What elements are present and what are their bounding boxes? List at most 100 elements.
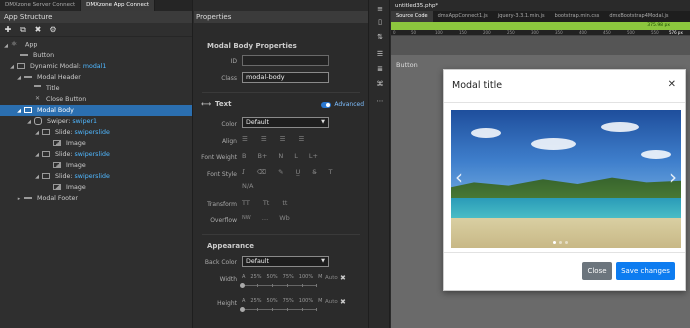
slider-tick [272, 308, 273, 311]
back-color-value: Default [246, 258, 270, 265]
prev-arrow-icon[interactable]: ‹ [455, 165, 463, 189]
document-tab[interactable]: untitled35.php* [391, 0, 690, 11]
font-weight-option[interactable]: N [278, 152, 283, 160]
id-label: ID [230, 58, 237, 65]
cloud [471, 128, 501, 138]
chevron-down-icon: ▼ [321, 119, 325, 125]
tree-node-dynamic-modal[interactable]: ◢ Dynamic Modal: modal1 [0, 61, 192, 72]
width-auto[interactable]: Auto [325, 275, 338, 281]
tree-node-label: Image [66, 184, 86, 191]
settings-icon[interactable]: ⚙ [49, 23, 57, 37]
overflow-option[interactable]: Wb [279, 214, 290, 223]
tree-node-id: swiperslide [74, 129, 110, 136]
font-weight-option[interactable]: B+ [257, 152, 267, 160]
swiper-slide-image[interactable]: ‹ › [451, 110, 681, 248]
clear-width-icon[interactable]: ✖ [340, 274, 346, 282]
tree-node-title[interactable]: Title [0, 83, 192, 94]
media-query-bar[interactable]: 375.98 px [391, 22, 690, 30]
slider-knob[interactable] [240, 283, 245, 288]
sort-icon[interactable]: ⇅ [376, 33, 384, 41]
pagination-dot[interactable] [565, 241, 568, 244]
color-label: Color [221, 121, 237, 128]
font-style-na[interactable]: N/A [242, 182, 254, 190]
height-auto[interactable]: Auto [325, 299, 338, 305]
height-slider[interactable] [240, 307, 317, 312]
close-button[interactable]: Close [582, 262, 612, 280]
code-icon[interactable]: ⌘ [376, 80, 384, 88]
text-icon[interactable]: T [328, 168, 332, 176]
file-icon[interactable]: ▯ [376, 18, 384, 26]
highlight-icon[interactable]: ✎ [278, 168, 283, 176]
back-color-select[interactable]: Default ▼ [242, 256, 329, 267]
underline-icon[interactable]: U̲ [296, 168, 301, 176]
more-icon[interactable]: ⋯ [376, 97, 384, 105]
width-slider[interactable] [240, 283, 317, 288]
tree-node-modal-header[interactable]: ◢ Modal Header [0, 72, 192, 83]
file-tab[interactable]: jquery-3.3.1.min.js [493, 11, 550, 22]
tree-node-swiper[interactable]: ◢ Swiper: swiper1 [0, 116, 192, 127]
format-clear-icon[interactable]: ⌫ [257, 168, 266, 176]
font-weight-option[interactable]: L [294, 152, 298, 160]
slider-knob[interactable] [240, 307, 245, 312]
text-format-icon: ⟷ [201, 100, 212, 108]
tree-node-image[interactable]: Image [0, 160, 192, 171]
tab-server-connect[interactable]: DMXzone Server Connect [0, 0, 82, 11]
add-icon[interactable]: ✚ [4, 23, 12, 37]
toggle-switch[interactable] [321, 101, 332, 108]
align-left-icon[interactable]: ☰ [242, 135, 248, 143]
close-icon[interactable]: ✕ [668, 79, 676, 90]
transform-option[interactable]: tt [282, 199, 287, 207]
font-weight-option[interactable]: L+ [309, 152, 318, 160]
save-changes-button[interactable]: Save changes [616, 262, 675, 280]
pagination-dot[interactable] [559, 241, 562, 244]
overflow-option[interactable]: NW [242, 214, 251, 223]
overflow-options: NW … Wb [242, 214, 290, 223]
file-tab[interactable]: dmxAppConnect1.js [433, 11, 493, 22]
collapse-icon[interactable]: ▸ [16, 194, 22, 205]
align-justify-icon[interactable]: ☰ [298, 135, 304, 143]
overflow-option[interactable]: … [262, 214, 269, 223]
tree-node-slide[interactable]: ◢ Slide: swiperslide [0, 149, 192, 160]
slider-tick [302, 308, 303, 311]
list-icon[interactable]: ☰ [376, 50, 384, 58]
menu-icon[interactable]: ≡ [376, 5, 384, 13]
delete-icon[interactable]: ✖ [34, 23, 42, 37]
tree-node-close-button[interactable]: ✕ Close Button [0, 94, 192, 105]
duplicate-icon[interactable]: ⧉ [19, 23, 27, 37]
tree-node-id: modal1 [82, 63, 107, 70]
file-tab-source-code[interactable]: Source Code [391, 11, 433, 22]
tree-node-modal-footer[interactable]: ▸ Modal Footer [0, 193, 192, 204]
italic-icon[interactable]: 𝘐 [242, 168, 245, 176]
design-button[interactable]: Button [396, 61, 418, 69]
tree-node-slide[interactable]: ◢ Slide: swiperslide [0, 127, 192, 138]
tab-app-connect[interactable]: DMXzone App Connect [81, 0, 156, 11]
transform-option[interactable]: TT [242, 199, 250, 207]
tree-node-app[interactable]: ◢ ⚛ App [0, 39, 192, 50]
tree-node-image[interactable]: Image [0, 138, 192, 149]
modal-icon [17, 63, 26, 69]
layers-icon[interactable]: ≣ [376, 65, 384, 73]
file-tab[interactable]: bootstrap.min.css [550, 11, 605, 22]
tree-node-modal-body[interactable]: ◢ Modal Body [0, 105, 192, 116]
font-weight-option[interactable]: B [242, 152, 246, 160]
clear-height-icon[interactable]: ✖ [340, 298, 346, 306]
color-select[interactable]: Default ▼ [242, 117, 329, 128]
ruler-label: 150 [459, 30, 467, 35]
transform-option[interactable]: Tt [263, 199, 270, 207]
width-step: 50% [266, 274, 278, 280]
tree-node-image[interactable]: Image [0, 182, 192, 193]
align-center-icon[interactable]: ☰ [261, 135, 267, 143]
file-tab[interactable]: dmxBootstrap4Modal.js [604, 11, 673, 22]
height-steps: A 25% 50% 75% 100% M [242, 298, 322, 304]
align-right-icon[interactable]: ☰ [280, 135, 286, 143]
strikethrough-icon[interactable]: S̶ [312, 168, 316, 176]
ruler: 0 50 100 150 200 250 300 350 400 450 500… [391, 30, 690, 36]
tree-node-button[interactable]: Button [0, 50, 192, 61]
advanced-toggle[interactable]: Advanced [321, 101, 364, 108]
id-input[interactable] [242, 55, 329, 66]
pagination-dot[interactable] [553, 241, 556, 244]
next-arrow-icon[interactable]: › [669, 165, 677, 189]
class-input[interactable]: modal-body [242, 72, 329, 83]
tree-node-slide[interactable]: ◢ Slide: swiperslide [0, 171, 192, 182]
tree-node-label: Slide: [55, 151, 73, 158]
